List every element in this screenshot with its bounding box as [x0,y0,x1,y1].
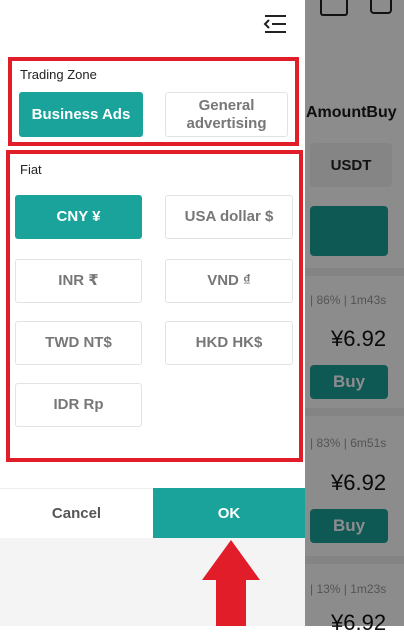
collapse-menu-icon[interactable] [262,12,288,36]
option-usd[interactable]: USA dollar $ [165,195,293,239]
option-idr[interactable]: IDR Rp [15,383,142,427]
option-vnd[interactable]: VND ₫ [165,259,293,303]
option-twd[interactable]: TWD NT$ [15,321,142,365]
drawer-footer: Cancel OK [0,488,305,538]
option-business-ads[interactable]: Business Ads [19,92,143,137]
ok-button[interactable]: OK [153,488,305,538]
filter-drawer: Trading Zone Business Ads General advert… [0,0,305,626]
option-cny[interactable]: CNY ¥ [15,195,142,239]
cancel-button[interactable]: Cancel [0,488,153,538]
option-inr[interactable]: INR ₹ [15,259,142,303]
option-general-advertising[interactable]: General advertising [165,92,288,137]
up-arrow-icon [202,540,260,626]
fiat-label: Fiat [20,162,42,177]
trading-zone-label: Trading Zone [20,67,97,82]
option-hkd[interactable]: HKD HK$ [165,321,293,365]
